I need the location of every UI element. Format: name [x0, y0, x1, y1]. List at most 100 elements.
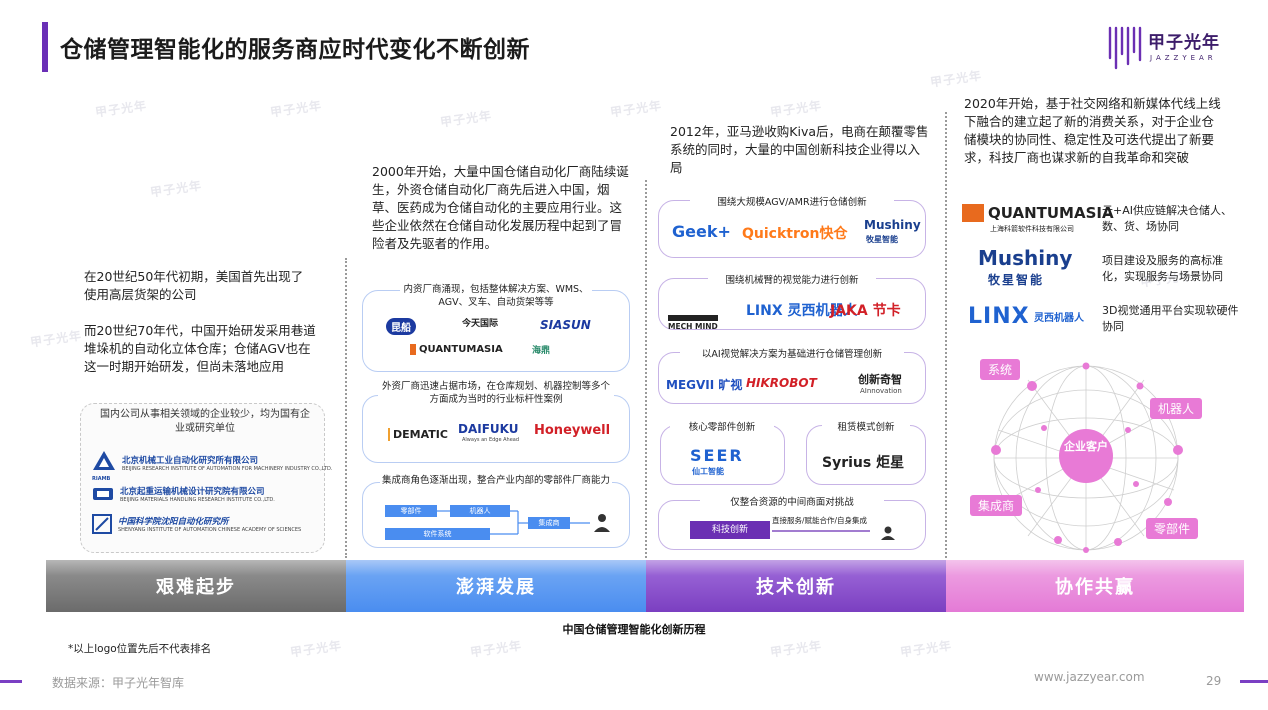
brand-quantumasia: QUANTUMASIA: [410, 344, 503, 355]
watermark: 甲子光年: [439, 108, 493, 130]
brand-ainnovation-cn: 创新奇智: [858, 373, 902, 386]
brand-mushiny-2-sub: 牧星智能: [988, 273, 1045, 287]
brand-geekplus: Geek+: [672, 222, 731, 241]
daifuku-slogan: Always an Edge Ahead: [462, 437, 520, 443]
stage1-text-2: 而20世纪70年代，中国开始研发采用巷道堆垛机的自动化立体仓库；仓储AGV也在这…: [84, 323, 316, 374]
brand-quicktron: Quicktron快仓: [742, 226, 848, 242]
watermark: 甲子光年: [769, 638, 823, 660]
tag-integrator: 集成商: [970, 495, 1023, 516]
brand-quantumasia-2: QUANTUMASIA: [962, 204, 1114, 222]
institution-name: 北京机械工业自动化研究所有限公司: [122, 456, 259, 466]
brand-kunchuan: 昆船: [386, 318, 416, 335]
watermark: 甲子光年: [94, 98, 148, 120]
brand-hikrobot: HIKROBOT: [746, 376, 817, 390]
flow-node-robot: 机器人: [450, 505, 510, 517]
brand-mushiny-2: Mushiny: [978, 246, 1073, 270]
stage4-row3-desc: 3D视觉通用平台实现软硬件协同: [1102, 304, 1239, 333]
brand-jaka: JAKA 节卡: [830, 303, 901, 319]
riamb-logo-icon: [93, 451, 115, 470]
center-enterprise-customer: 企业客户: [1064, 440, 1108, 453]
timeline-caption: 中国仓储管理智能化创新历程: [562, 623, 706, 636]
institution-english-name: BEIJING MATERIALS HANDLING RESEARCH INST…: [120, 497, 275, 503]
watermark: 甲子光年: [289, 638, 343, 660]
arrow-icon: [772, 526, 895, 540]
flow-direct-service: 直接服务/赋能合作/自身集成: [772, 516, 868, 525]
brand-quantumasia-sub: 上海科箭软件科技有限公司: [990, 225, 1074, 233]
tag-robot: 机器人: [1150, 398, 1203, 419]
stage4-row1-desc: 云+AI供应链解决仓储人、数、货、场协同: [1102, 204, 1232, 233]
watermark: 甲子光年: [269, 98, 323, 120]
watermark: 甲子光年: [149, 178, 203, 200]
institution-english-name: SHENYANG INSTITUTE OF AUTOMATION CHINESE…: [118, 527, 302, 533]
brand-seer-cn: 仙工智能: [692, 467, 724, 476]
tag-system: 系统: [980, 359, 1021, 380]
watermark: 甲子光年: [609, 98, 663, 120]
stage2-box1-caption: 内资厂商涌现，包括整体解决方案、WMS、AGV、叉车、自动货架等等: [400, 283, 592, 309]
watermark: 甲子光年: [469, 638, 523, 660]
flow-node-software: 软件系统: [385, 528, 490, 540]
brand-linx-2: LINX: [968, 304, 1030, 329]
flow-tech-innovation: 科技创新: [690, 521, 770, 539]
stage2-text: 2000年开始，大量中国仓储自动化厂商陆续诞生，外资仓储自动化厂商先后进入中国，…: [372, 164, 629, 251]
flow-node-integrator: 集成商: [528, 517, 570, 529]
brand-mushiny-cn: 牧星智能: [866, 235, 898, 244]
brand-seer: SEER: [690, 446, 744, 465]
footer-accent-left: [0, 680, 22, 683]
stage2-box3-caption: 集成商角色逐渐出现，整合产业内部的零部件厂商能力: [380, 474, 612, 487]
institution-riamb: 北京机械工业自动化研究所有限公司 BEIJING RESEARCH INSTIT…: [92, 450, 332, 476]
brand-dematic: DEMATIC: [388, 428, 448, 441]
timeline-stage-3: 技术创新: [646, 560, 946, 612]
watermark: 甲子光年: [29, 328, 83, 350]
title-accent-bar: [42, 22, 48, 72]
tag-components: 零部件: [1146, 518, 1199, 539]
stage1-box-title: 国内公司从事相关领域的企业较少，均为国有企业或研究单位: [100, 409, 310, 434]
watermark: 甲子光年: [899, 638, 953, 660]
watermark: 甲子光年: [769, 98, 823, 120]
timeline-stage-1: 艰难起步: [46, 560, 346, 612]
brand-logo: 甲子光年 JAZZYEAR: [1106, 24, 1236, 74]
watermark: 甲子光年: [929, 68, 983, 90]
brand-ainnovation: AInnovation: [860, 387, 902, 395]
brand-syrius: Syrius 炬星: [822, 455, 905, 471]
institution-sia: 中国科学院沈阳自动化研究所 SHENYANG INSTITUTE OF AUTO…: [92, 514, 301, 534]
brand-mushiny: Mushiny: [864, 218, 921, 232]
stage3-box2-caption: 围绕机械臂的视觉能力进行创新: [708, 272, 876, 286]
separator: [945, 112, 947, 558]
bmhri-logo-icon: [93, 488, 113, 500]
stage2-box2-caption: 外资厂商迅速占据市场，在仓库规划、机器控制等多个方面成为当时的行业标杆性案例: [378, 380, 614, 406]
brand-megvii: MEGVII 旷视: [666, 378, 743, 392]
separator: [345, 258, 347, 558]
stage4-text: 2020年开始，基于社交网络和新媒体代线上线下融合的建立起了新的消费关系，对于企…: [964, 96, 1221, 165]
institution-bmhri: 北京起重运输机械设计研究院有限公司 BEIJING MATERIALS HAND…: [92, 485, 275, 503]
flow-node-parts: 零部件: [385, 505, 437, 517]
sia-logo-icon: [92, 514, 112, 534]
riamb-logo-text: RIAMB: [92, 476, 111, 482]
brand-mechmind: MECH MIND: [668, 315, 718, 331]
stage3-text: 2012年，亚马逊收购Kiva后，电商在颠覆零售系统的同时，大量的中国创新科技企…: [670, 124, 929, 175]
brand-jintian: 今天国际: [462, 319, 499, 329]
separator: [645, 180, 647, 558]
timeline-stage-4: 协作共赢: [946, 560, 1244, 612]
page-title: 仓储管理智能化的服务商应时代变化不断创新: [60, 37, 530, 63]
stage3-box5-caption: 租赁模式创新: [822, 419, 910, 433]
stage4-row2-desc: 项目建设及服务的高标准化，实现服务与场景协同: [1102, 254, 1223, 283]
logo-subtitle: JAZZYEAR: [1150, 54, 1217, 62]
brand-haiding: 海鼎: [532, 346, 551, 356]
stage1-text-1: 在20世纪50年代初期，美国首先出现了使用高层货架的公司: [84, 269, 304, 302]
institution-name: 北京起重运输机械设计研究院有限公司: [120, 487, 265, 497]
institution-english-name: BEIJING RESEARCH INSTITUTE OF AUTOMATION…: [122, 466, 333, 472]
data-source: 数据来源：甲子光年智库: [52, 676, 185, 690]
page-number: 29: [1206, 674, 1222, 688]
stage3-box3-caption: 以AI视觉解决方案为基础进行仓储管理创新: [680, 346, 904, 360]
stage3-box1-caption: 围绕大规模AGV/AMR进行仓储创新: [690, 194, 894, 208]
timeline-stage-2: 澎湃发展: [346, 560, 646, 612]
brand-honeywell: Honeywell: [534, 423, 611, 438]
footer-accent-right: [1240, 680, 1268, 683]
institution-name: 中国科学院沈阳自动化研究所: [118, 517, 229, 527]
footnote: *以上logo位置先后不代表排名: [68, 643, 212, 655]
logo-name: 甲子光年: [1148, 33, 1220, 53]
website-link[interactable]: www.jazzyear.com: [1034, 670, 1145, 684]
brand-siasun: SIASUN: [540, 318, 591, 332]
stage3-box4-caption: 核心零部件创新: [670, 419, 774, 433]
brand-daifuku: DAIFUKU: [458, 422, 519, 436]
